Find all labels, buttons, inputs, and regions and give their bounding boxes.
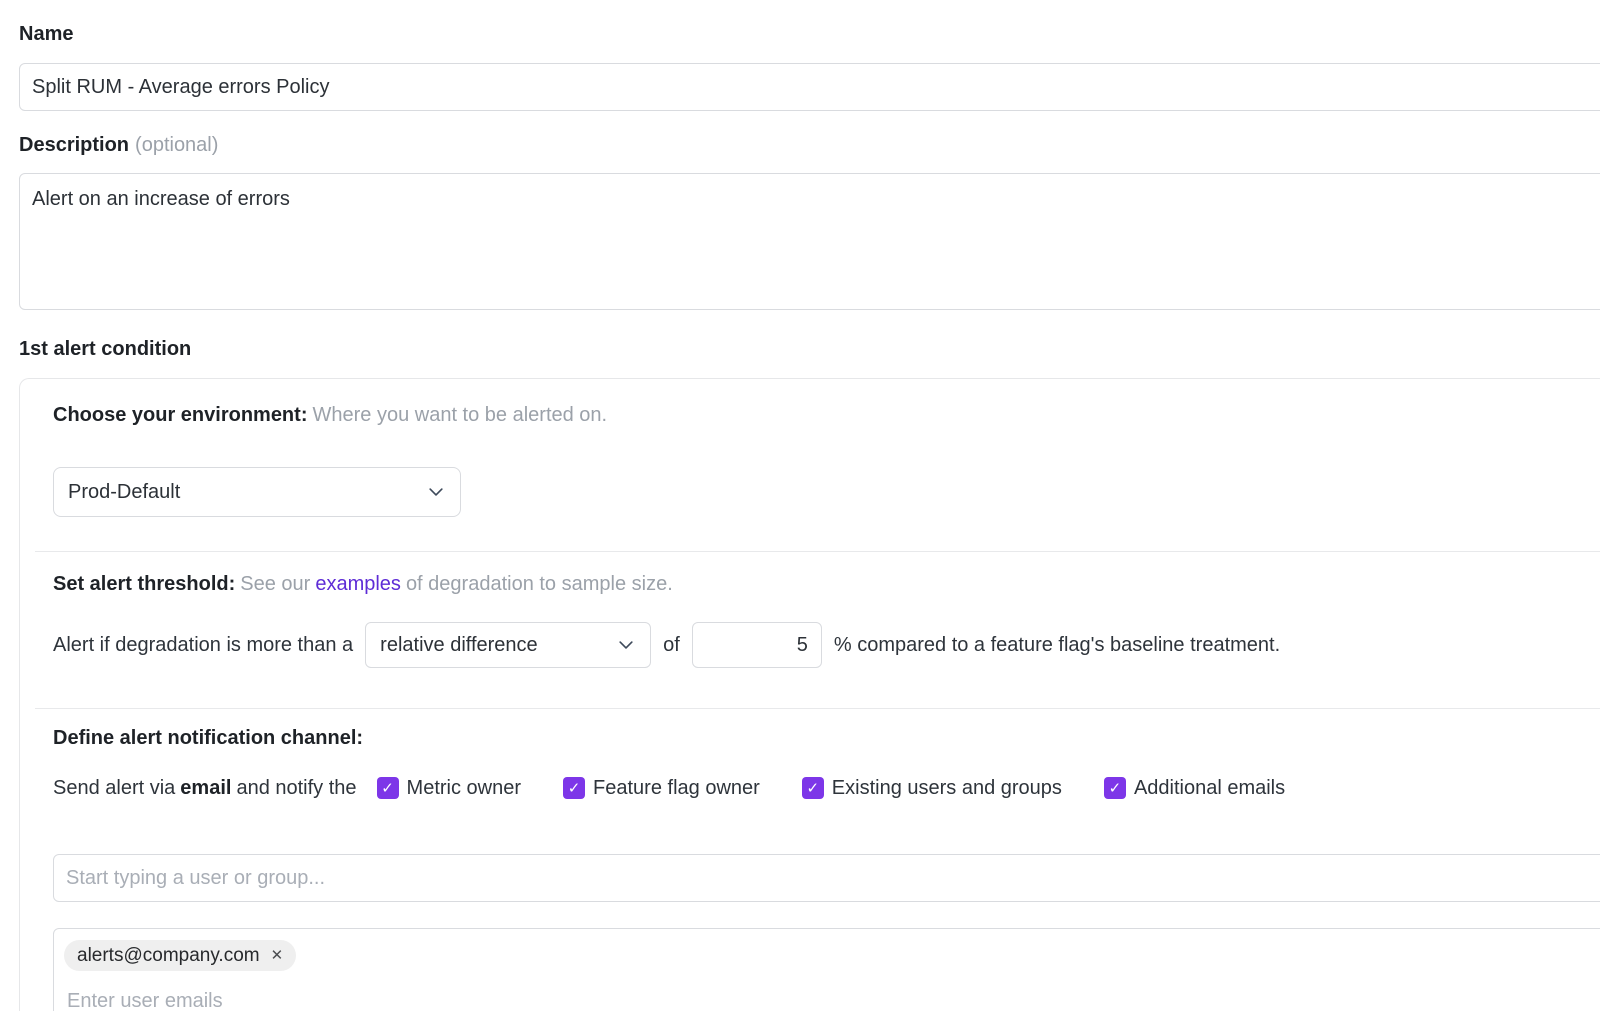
threshold-label-row: Set alert threshold:See ourexamplesof de…: [53, 572, 1600, 596]
comparison-select-value: relative difference: [380, 633, 538, 657]
threshold-hint-prefix: See our: [240, 573, 310, 595]
chevron-down-icon: [426, 482, 446, 502]
checkbox-metric-owner[interactable]: ✓ Metric owner: [377, 776, 521, 800]
description-label: Description (optional): [19, 133, 1600, 157]
environment-select[interactable]: Prod-Default: [53, 467, 461, 517]
threshold-value-input[interactable]: [692, 622, 822, 668]
environment-select-value: Prod-Default: [68, 481, 180, 504]
chevron-down-icon: [616, 635, 636, 655]
name-input[interactable]: [19, 63, 1600, 111]
user-group-search-input[interactable]: [53, 854, 1600, 902]
notification-recipients-row: Send alert viaemailand notify the ✓ Metr…: [53, 776, 1600, 800]
threshold-sentence-prefix: Alert if degradation is more than a: [53, 633, 353, 657]
checkbox-existing-users-groups[interactable]: ✓ Existing users and groups: [802, 776, 1062, 800]
alert-condition-panel: Choose your environment:Where you want t…: [19, 378, 1600, 1011]
checked-checkbox-icon[interactable]: ✓: [563, 777, 585, 799]
checkbox-label: Feature flag owner: [593, 776, 760, 800]
comparison-type-select[interactable]: relative difference: [365, 622, 651, 668]
environment-label: Choose your environment:: [53, 404, 307, 426]
emails-placeholder-text: Enter user emails: [67, 990, 1598, 1011]
name-label: Name: [19, 22, 1600, 46]
remove-chip-icon[interactable]: ✕: [271, 948, 284, 963]
threshold-controls-row: Alert if degradation is more than a rela…: [53, 622, 1600, 668]
section-divider: [35, 551, 1600, 552]
environment-label-row: Choose your environment:Where you want t…: [53, 403, 1600, 427]
checkbox-label: Metric owner: [407, 776, 521, 800]
notification-sentence-suffix: and notify the: [236, 777, 356, 799]
notification-sentence-bold: email: [180, 777, 231, 799]
section-divider: [35, 708, 1600, 709]
checkbox-feature-flag-owner[interactable]: ✓ Feature flag owner: [563, 776, 760, 800]
threshold-sentence-suffix: % compared to a feature flag's baseline …: [834, 633, 1280, 657]
alert-policy-form: Name Description (optional) Alert on an i…: [0, 22, 1600, 1011]
threshold-hint-suffix: of degradation to sample size.: [406, 573, 673, 595]
threshold-of-label: of: [663, 633, 680, 657]
notification-label: Define alert notification channel:: [53, 727, 363, 749]
notification-sentence-prefix: Send alert via: [53, 777, 175, 799]
condition-heading: 1st alert condition: [19, 336, 1600, 362]
email-chip-text: alerts@company.com: [77, 945, 260, 967]
checkbox-label: Existing users and groups: [832, 776, 1062, 800]
checkbox-additional-emails[interactable]: ✓ Additional emails: [1104, 776, 1285, 800]
notification-label-row: Define alert notification channel:: [53, 726, 1600, 750]
notification-sentence: Send alert viaemailand notify the: [53, 776, 357, 800]
examples-link[interactable]: examples: [315, 573, 401, 595]
description-label-text: Description: [19, 134, 129, 156]
description-input[interactable]: Alert on an increase of errors: [19, 173, 1600, 310]
threshold-label: Set alert threshold:: [53, 573, 235, 595]
checkbox-label: Additional emails: [1134, 776, 1285, 800]
email-chip: alerts@company.com ✕: [64, 940, 296, 971]
checked-checkbox-icon[interactable]: ✓: [1104, 777, 1126, 799]
checked-checkbox-icon[interactable]: ✓: [802, 777, 824, 799]
checked-checkbox-icon[interactable]: ✓: [377, 777, 399, 799]
additional-emails-field[interactable]: alerts@company.com ✕ Enter user emails: [53, 928, 1600, 1011]
environment-hint: Where you want to be alerted on.: [312, 404, 607, 426]
description-optional-text: (optional): [135, 134, 218, 156]
